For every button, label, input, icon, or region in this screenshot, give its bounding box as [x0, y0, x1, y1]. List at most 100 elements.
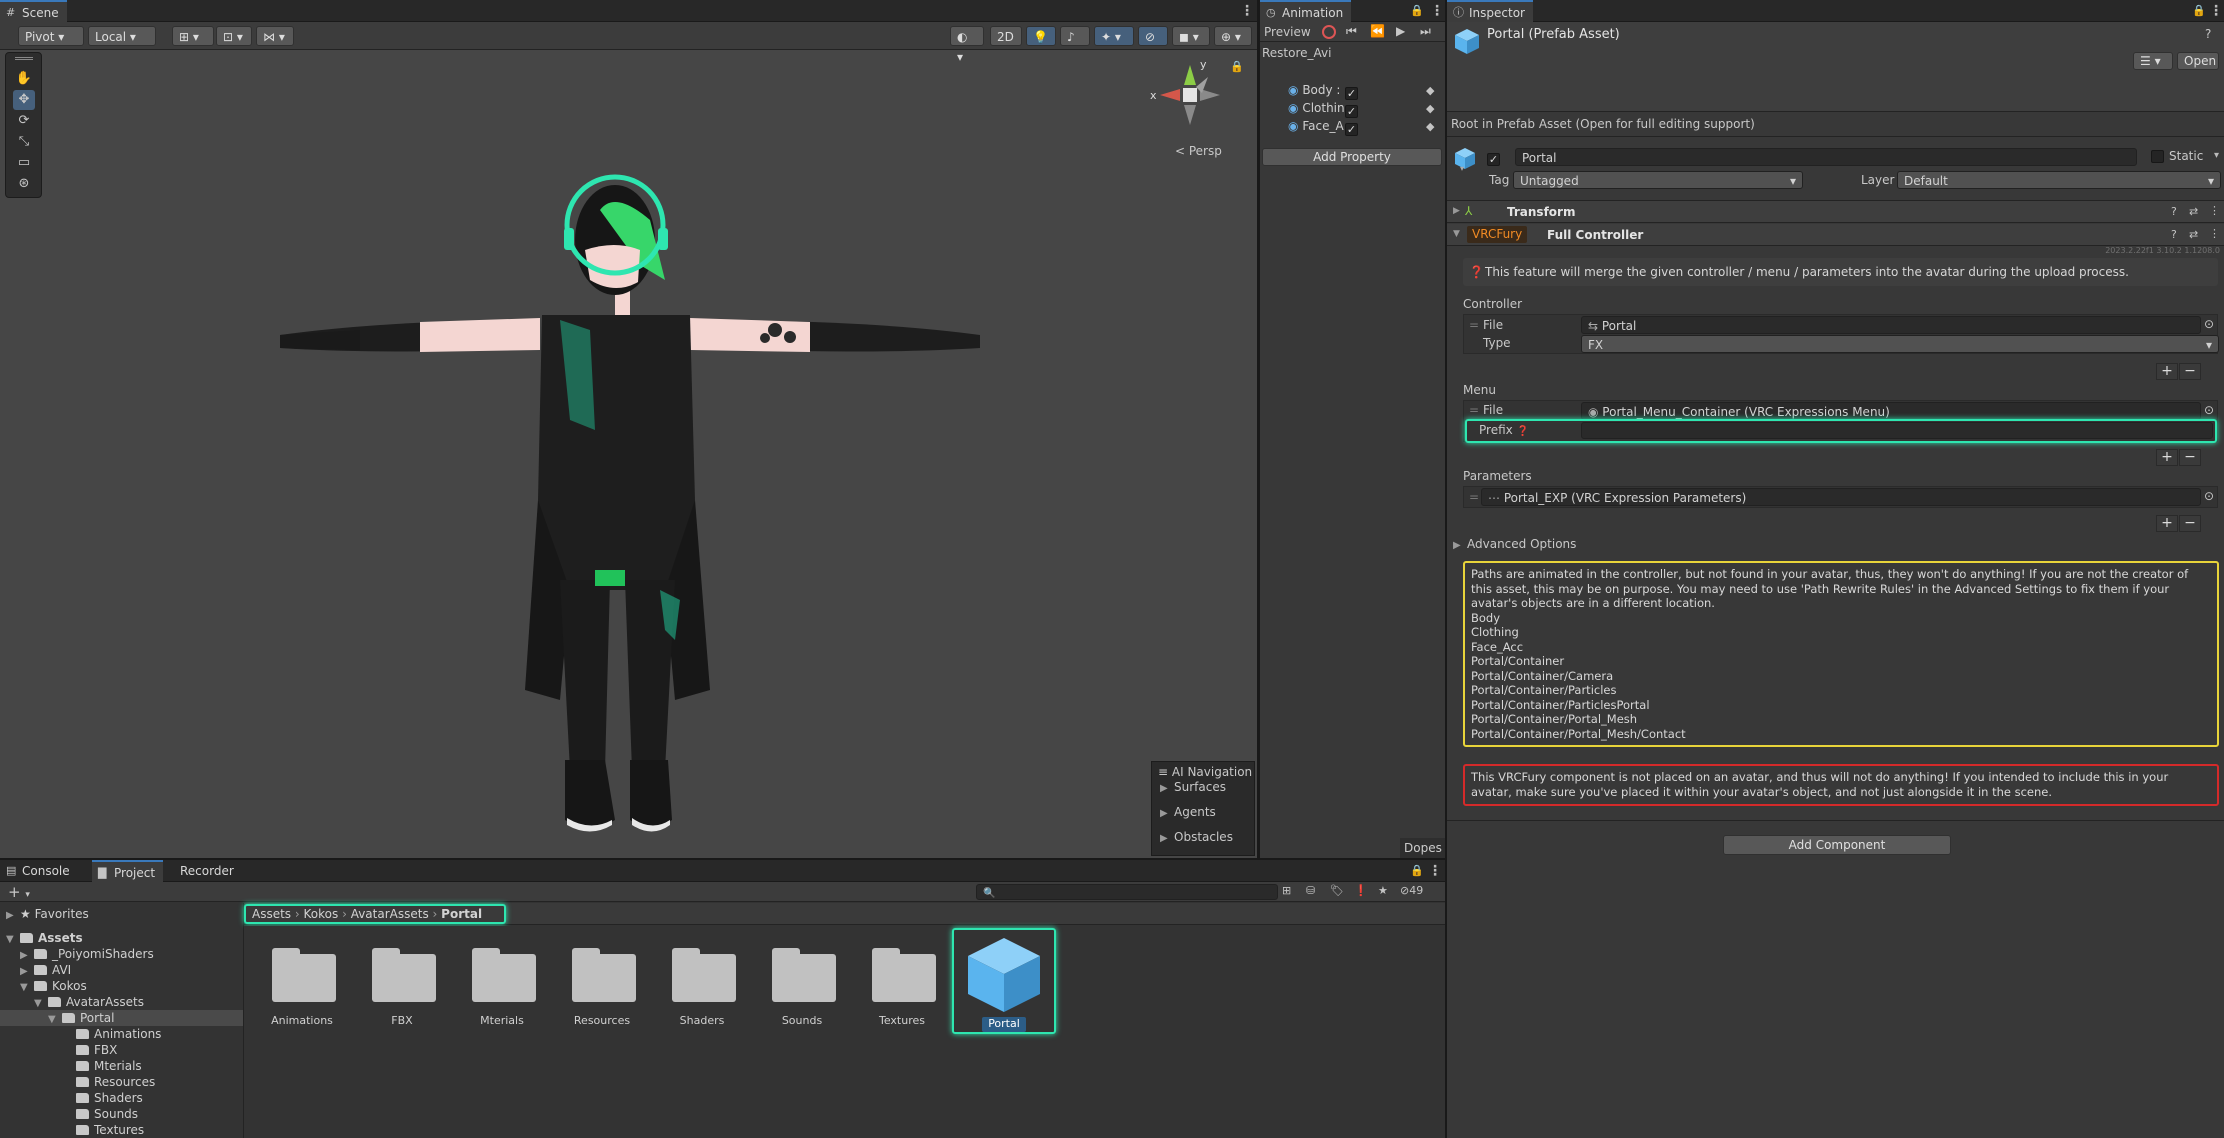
grid-item-resources[interactable]: Resources: [552, 1014, 652, 1027]
help-icon[interactable]: ?: [2205, 27, 2211, 41]
lock-icon[interactable]: 🔒: [1410, 864, 1424, 878]
filter-type-icon[interactable]: ⛁: [1306, 884, 1315, 897]
help-icon[interactable]: ?: [2171, 205, 2177, 218]
tab-recorder[interactable]: Recorder: [166, 860, 242, 882]
folder-icon[interactable]: [370, 948, 438, 1010]
folder-icon[interactable]: [770, 948, 838, 1010]
tree-resources[interactable]: Resources: [76, 1074, 155, 1091]
folder-icon[interactable]: [570, 948, 638, 1010]
active-toggle[interactable]: ✓: [1487, 150, 1500, 166]
grid-snap-button[interactable]: ⊞ ▾: [172, 26, 214, 46]
remove-controller-button[interactable]: −: [2179, 363, 2201, 380]
clip-dropdown[interactable]: Restore_Avi: [1262, 46, 1331, 60]
tree-assets[interactable]: ▼ Assets: [6, 930, 83, 947]
create-button[interactable]: + ▾: [8, 883, 30, 901]
lock-icon[interactable]: 🔒: [2192, 4, 2206, 18]
add-property-button[interactable]: Add Property: [1262, 148, 1442, 166]
tree-portal[interactable]: ▼ Portal: [48, 1010, 114, 1027]
first-key-icon[interactable]: ⏮: [1346, 24, 1357, 39]
ai-nav-surfaces[interactable]: ▶ Surfaces: [1160, 780, 1226, 794]
object-picker-icon[interactable]: ⊙: [2204, 403, 2214, 417]
breadcrumb-portal[interactable]: Portal: [441, 907, 482, 921]
grid-item-portal[interactable]: Portal: [954, 1017, 1054, 1030]
tree-poiyomi[interactable]: ▶ _PoiyomiShaders: [20, 946, 154, 963]
add-parameters-button[interactable]: +: [2156, 515, 2178, 532]
grid-item-animations[interactable]: Animations: [252, 1014, 352, 1027]
property-body[interactable]: ◉ Body :: [1288, 82, 1340, 99]
more-icon[interactable]: ⋮: [1240, 4, 1254, 18]
snap-increment-button[interactable]: ⊡ ▾: [216, 26, 252, 46]
orientation-gizmo[interactable]: y x: [1150, 55, 1230, 135]
transform-tool-icon[interactable]: ⊛: [13, 174, 35, 194]
rect-tool-icon[interactable]: ▭: [13, 153, 35, 173]
tab-inspector[interactable]: ⓘ Inspector: [1447, 0, 1533, 22]
add-menu-button[interactable]: +: [2156, 449, 2178, 466]
rotate-tool-icon[interactable]: ⟳: [13, 111, 35, 131]
tree-animations[interactable]: Animations: [76, 1026, 161, 1043]
hidden-packages-icon[interactable]: ⊘49: [1400, 884, 1423, 897]
tab-project[interactable]: ▇ Project: [92, 860, 164, 882]
folder-icon[interactable]: [470, 948, 538, 1010]
grid-item-textures[interactable]: Textures: [852, 1014, 952, 1027]
gameobject-prefab-icon[interactable]: [1453, 146, 1477, 170]
hand-tool-icon[interactable]: ✋: [13, 69, 35, 89]
grid-item-fbx[interactable]: FBX: [352, 1014, 452, 1027]
tree-sounds[interactable]: Sounds: [76, 1106, 138, 1123]
favorite-star-icon[interactable]: ★: [1378, 884, 1388, 897]
property-face-toggle[interactable]: ✓: [1345, 120, 1358, 136]
lock-icon[interactable]: 🔒: [1230, 60, 1244, 74]
object-picker-icon[interactable]: ⊙: [2204, 317, 2214, 331]
chevron-down-icon[interactable]: ▼: [1453, 229, 1460, 239]
avatar-model[interactable]: [270, 170, 990, 850]
lock-icon[interactable]: 🔒: [1410, 4, 1424, 18]
tag-dropdown[interactable]: Untagged ▾: [1513, 171, 1803, 189]
add-component-button[interactable]: Add Component: [1723, 835, 1951, 855]
preset-icon[interactable]: ⇄: [2189, 205, 2198, 218]
tree-fbx[interactable]: FBX: [76, 1042, 117, 1059]
prefab-cube-icon[interactable]: [964, 934, 1044, 1014]
help-icon[interactable]: ?: [2171, 228, 2177, 241]
chevron-down-icon[interactable]: ▾: [2214, 149, 2219, 163]
tree-shaders[interactable]: Shaders: [76, 1090, 143, 1107]
transform-component-header[interactable]: ▶ ⅄ Transform ? ⇄ ⋮: [1447, 201, 2224, 223]
folder-icon[interactable]: [870, 948, 938, 1010]
folder-icon[interactable]: [670, 948, 738, 1010]
more-icon[interactable]: ⋮: [2209, 227, 2220, 240]
more-icon[interactable]: ⋮: [2209, 204, 2220, 217]
tree-avi[interactable]: ▶ AVI: [20, 962, 71, 979]
property-clothing[interactable]: ◉ Clothin: [1288, 100, 1345, 117]
label-filter-icon[interactable]: 🏷: [1330, 884, 1344, 897]
local-dropdown[interactable]: Local ▾: [88, 26, 156, 46]
breadcrumb-avatarassets[interactable]: AvatarAssets: [351, 907, 429, 921]
grid-item-shaders[interactable]: Shaders: [652, 1014, 752, 1027]
settings-dropdown[interactable]: ☰ ▾: [2133, 52, 2173, 70]
chevron-down-icon[interactable]: ▾: [1460, 164, 1464, 173]
breadcrumb-kokos[interactable]: Kokos: [304, 907, 339, 921]
search-input[interactable]: 🔍: [976, 884, 1278, 900]
more-icon[interactable]: ⋮: [2209, 4, 2223, 18]
property-body-toggle[interactable]: ✓: [1345, 84, 1358, 100]
tree-avatarassets[interactable]: ▼ AvatarAssets: [34, 994, 144, 1011]
help-icon[interactable]: ❓: [1517, 426, 1529, 437]
camera-button[interactable]: ◼ ▾: [1172, 26, 1210, 46]
key-icon[interactable]: ◆: [1426, 120, 1434, 133]
static-toggle[interactable]: [2151, 150, 2164, 164]
drag-handle-icon[interactable]: =: [1469, 403, 1479, 417]
more-icon[interactable]: ⋮: [1428, 864, 1442, 878]
lighting-toggle[interactable]: 💡: [1026, 26, 1056, 46]
open-button[interactable]: Open: [2177, 52, 2219, 70]
record-icon[interactable]: [1322, 25, 1336, 39]
chevron-right-icon[interactable]: ▶: [1453, 206, 1460, 216]
remove-menu-button[interactable]: −: [2179, 449, 2201, 466]
folder-icon[interactable]: [270, 948, 338, 1010]
incremental-snap-button[interactable]: ⋈ ▾: [256, 26, 294, 46]
breadcrumb-assets[interactable]: Assets: [252, 907, 291, 921]
ai-nav-agents[interactable]: ▶ Agents: [1160, 805, 1216, 819]
remove-parameters-button[interactable]: −: [2179, 515, 2201, 532]
tree-kokos[interactable]: ▼ Kokos: [20, 978, 87, 995]
menu-file-field[interactable]: ◉ Portal_Menu_Container (VRC Expressions…: [1581, 402, 2201, 420]
scale-tool-icon[interactable]: ⤡: [13, 132, 35, 152]
move-tool-icon[interactable]: ✥: [13, 90, 35, 110]
log-filter-icon[interactable]: ❗: [1354, 884, 1368, 897]
persp-label[interactable]: < Persp: [1175, 144, 1222, 158]
